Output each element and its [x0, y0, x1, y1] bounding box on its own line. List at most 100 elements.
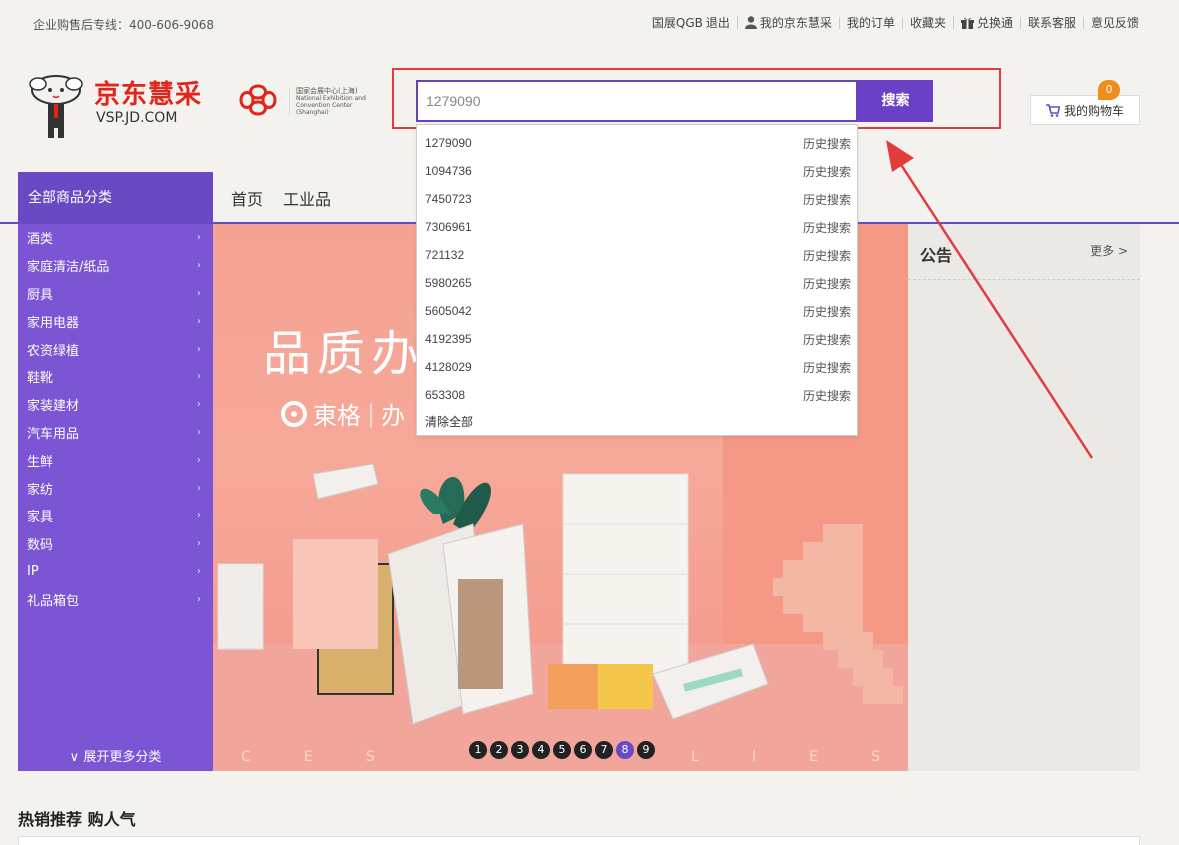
history-item[interactable]: 4128029 历史搜索	[417, 353, 857, 381]
category-label: 家用电器	[27, 315, 80, 331]
category-label: 汽车用品	[27, 426, 80, 442]
history-term[interactable]: 7450723	[425, 192, 472, 206]
category-label: 家纺	[27, 482, 54, 498]
logout-link[interactable]: 退出	[706, 17, 730, 29]
history-item[interactable]: 4192395 历史搜索	[417, 325, 857, 353]
announcement-more-link[interactable]: 更多 >	[1090, 242, 1128, 279]
history-item[interactable]: 7450723 历史搜索	[417, 185, 857, 213]
history-tag: 历史搜索	[802, 332, 851, 347]
category-item-cleaning[interactable]: 家庭清洁/纸品 ›	[18, 252, 213, 280]
category-label: IP	[27, 563, 39, 579]
cart-icon	[1045, 103, 1060, 117]
chevron-down-icon: ∨	[69, 750, 84, 765]
history-item[interactable]: 7306961 历史搜索	[417, 213, 857, 241]
category-item-ip[interactable]: IP ›	[18, 558, 213, 586]
top-bar: 企业购售后专线：400-606-9068 国展QGB 退出 我的京东慧采 我的订…	[0, 0, 1179, 46]
category-item-textile[interactable]: 家纺 ›	[18, 474, 213, 502]
chevron-right-icon: ›	[197, 315, 201, 327]
history-item[interactable]: 1094736 历史搜索	[417, 157, 857, 185]
hot-recommend-panel	[18, 836, 1140, 845]
chevron-right-icon: ›	[197, 260, 201, 272]
site-logo[interactable]: 京东慧采 VSP.JD.COM	[26, 70, 216, 140]
carousel-dot-8-active[interactable]: 8	[616, 741, 634, 759]
cart-button[interactable]: 我的购物车 0	[1030, 80, 1140, 125]
favorites-link[interactable]: 收藏夹	[901, 16, 953, 29]
history-term[interactable]: 1094736	[425, 164, 472, 178]
chevron-right-icon: ›	[197, 454, 201, 466]
history-term[interactable]: 4192395	[425, 332, 472, 346]
my-vsp-label[interactable]: 我的京东慧采	[760, 17, 832, 29]
history-term[interactable]: 7306961	[425, 220, 472, 234]
history-tag: 历史搜索	[802, 276, 851, 291]
history-item[interactable]: 1279090 历史搜索	[417, 129, 857, 157]
chevron-right-icon: ›	[197, 232, 201, 244]
history-item[interactable]: 5980265 历史搜索	[417, 269, 857, 297]
history-term[interactable]: 4128029	[425, 360, 472, 374]
history-term[interactable]: 653308	[425, 388, 465, 402]
exchange-link[interactable]: 兑换通	[952, 16, 1020, 29]
category-item-furniture[interactable]: 家具 ›	[18, 502, 213, 530]
all-categories-button[interactable]: 全部商品分类	[18, 172, 213, 224]
category-label: 家庭清洁/纸品	[27, 260, 110, 276]
cart-label[interactable]: 我的购物车	[1064, 102, 1124, 119]
carousel-dot-5[interactable]: 5	[553, 741, 571, 759]
history-term[interactable]: 1279090	[425, 136, 472, 150]
carousel-dot-3[interactable]: 3	[511, 741, 529, 759]
carousel-dot-6[interactable]: 6	[574, 741, 592, 759]
history-term[interactable]: 721132	[425, 248, 464, 262]
chevron-right-icon: ›	[197, 399, 201, 411]
history-item[interactable]: 721132 历史搜索	[417, 241, 857, 269]
category-item-gifts[interactable]: 礼品箱包 ›	[18, 585, 213, 613]
history-term[interactable]: 5605042	[425, 304, 472, 318]
banner-letter: S	[871, 749, 880, 765]
history-tag: 历史搜索	[802, 136, 851, 151]
expo-text: 国家会展中心(上海) National Exhibition and Conve…	[289, 88, 383, 116]
category-label: 礼品箱包	[27, 593, 80, 609]
category-item-liquor[interactable]: 酒类 ›	[18, 224, 213, 252]
my-orders-link[interactable]: 我的订单	[838, 16, 902, 29]
banner-headline: 品质办	[263, 326, 426, 382]
history-item[interactable]: 5605042 历史搜索	[417, 297, 857, 325]
carousel-dot-2[interactable]: 2	[490, 741, 508, 759]
customer-service-link[interactable]: 联系客服	[1019, 16, 1083, 29]
chevron-right-icon: ›	[197, 482, 201, 494]
carousel-dot-9[interactable]: 9	[637, 741, 655, 759]
carousel-dot-1[interactable]: 1	[469, 741, 487, 759]
history-tag: 历史搜索	[802, 304, 851, 319]
nav-industrial[interactable]: 工业品	[283, 186, 331, 210]
expand-more-categories[interactable]: ∨ 展开更多分类	[18, 746, 213, 765]
category-sidebar: 酒类 › 家庭清洁/纸品 › 厨具 › 家用电器 › 农资绿植 › 鞋靴 › 家装建材 › 汽…	[18, 224, 213, 771]
exchange-label[interactable]: 兑换通	[977, 17, 1013, 29]
expo-name-en-1: National Exhibition and	[296, 95, 366, 102]
carousel-dot-4[interactable]: 4	[532, 741, 550, 759]
announcement-header: 公告 更多 >	[908, 224, 1140, 280]
user-name[interactable]: 国展QGB	[652, 17, 703, 29]
category-item-fresh[interactable]: 生鲜 ›	[18, 446, 213, 474]
category-item-building[interactable]: 家装建材 ›	[18, 391, 213, 419]
category-item-agri[interactable]: 农资绿植 ›	[18, 335, 213, 363]
category-item-shoes[interactable]: 鞋靴 ›	[18, 363, 213, 391]
service-hotline: 企业购售后专线：400-606-9068	[33, 18, 215, 32]
brand-name: 京东慧采	[94, 80, 203, 110]
category-item-appliances[interactable]: 家用电器 ›	[18, 307, 213, 335]
chevron-right-icon: ›	[197, 426, 201, 438]
category-item-auto[interactable]: 汽车用品 ›	[18, 419, 213, 447]
banner-letter: E	[303, 749, 313, 765]
feedback-link[interactable]: 意见反馈	[1082, 16, 1146, 29]
category-item-kitchen[interactable]: 厨具 ›	[18, 280, 213, 308]
banner-letter: C	[241, 749, 251, 765]
carousel-dot-7[interactable]: 7	[595, 741, 613, 759]
user-account-link[interactable]: 国展QGB 退出	[645, 17, 737, 29]
chevron-right-icon: ›	[197, 510, 201, 522]
category-label: 鞋靴	[27, 371, 54, 387]
category-label: 生鲜	[27, 454, 54, 470]
hot-recommend-title: 热销推荐 购人气	[18, 810, 136, 829]
history-item[interactable]: 653308 历史搜索	[417, 381, 857, 409]
history-term[interactable]: 5980265	[425, 276, 472, 290]
history-tag: 历史搜索	[802, 388, 851, 403]
announcement-title: 公告	[920, 246, 953, 265]
clear-history-button[interactable]: 清除全部	[417, 409, 857, 435]
my-vsp-link[interactable]: 我的京东慧采	[736, 16, 839, 29]
category-item-digital[interactable]: 数码 ›	[18, 530, 213, 558]
nav-home[interactable]: 首页	[231, 186, 263, 210]
